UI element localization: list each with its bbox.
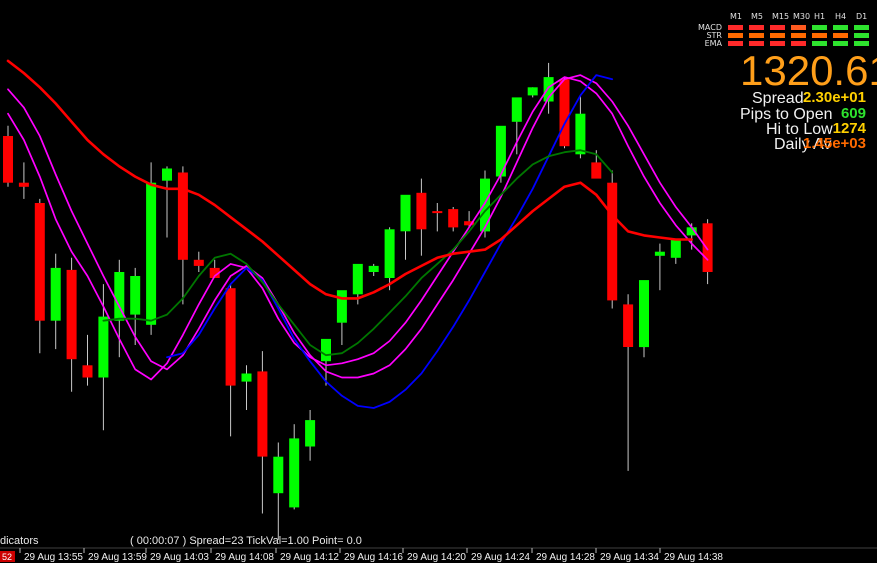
candle-body-18 — [289, 438, 300, 508]
indicator-cell-1-0 — [728, 33, 743, 38]
spread-value: 2.30e+01 — [803, 89, 866, 106]
tf-label-5: H4 — [835, 12, 846, 21]
candle-body-6 — [98, 316, 109, 378]
indicator-cell-0-3 — [791, 25, 806, 30]
candle-body-0 — [3, 136, 13, 183]
price-chart[interactable]: M1 M5 M15 M30 H1 H4 D1MACDSTREMA 1320.61 Sprea… — [0, 0, 877, 563]
candle-body-8 — [130, 276, 141, 315]
status-center: ( 00:00:07 ) Spread=23 TickVal=1.00 Poin… — [130, 535, 362, 547]
indicator-cell-1-6 — [854, 33, 869, 38]
candle-body-35 — [559, 79, 570, 147]
indicator-cell-0-1 — [749, 25, 764, 30]
time-label-1: 29 Aug 13:59 — [88, 552, 147, 563]
indicator-cell-2-6 — [854, 41, 869, 46]
indicator-cell-2-3 — [791, 41, 806, 46]
candle-body-16 — [257, 371, 268, 457]
indicator-label-2: EMA — [705, 39, 723, 48]
candle-body-21 — [336, 290, 347, 323]
corner-badge-text: 52 — [2, 552, 12, 562]
candle-9[interactable] — [146, 162, 157, 335]
candle-body-12 — [193, 259, 204, 266]
time-label-6: 29 Aug 14:20 — [407, 552, 466, 563]
candle-body-41 — [654, 251, 665, 256]
time-label-5: 29 Aug 14:16 — [344, 552, 403, 563]
chart-root: M1 M5 M15 M30 H1 H4 D1 MACD STR EMA 1320.61 Sprea… — [0, 0, 877, 563]
candle-body-26 — [416, 192, 427, 230]
candle-body-37 — [591, 162, 602, 179]
daily-av-value: 1.45e+03 — [803, 135, 866, 152]
indicator-cell-1-1 — [749, 33, 764, 38]
time-label-3: 29 Aug 14:08 — [215, 552, 274, 563]
status-left: dicators — [0, 535, 39, 547]
candle-body-38 — [607, 182, 618, 301]
candle-40[interactable] — [639, 280, 649, 358]
tf-label-4: H1 — [814, 12, 825, 21]
candle-body-1 — [18, 182, 29, 187]
indicator-cell-2-1 — [749, 41, 764, 46]
time-label-8: 29 Aug 14:28 — [536, 552, 595, 563]
candle-body-4 — [66, 269, 77, 360]
indicator-cell-0-2 — [770, 25, 785, 30]
time-label-4: 29 Aug 14:12 — [280, 552, 339, 563]
candle-body-39 — [623, 304, 634, 347]
candle-body-42 — [670, 239, 681, 258]
time-label-10: 29 Aug 14:38 — [664, 552, 723, 563]
indicator-cell-1-5 — [833, 33, 848, 38]
candle-body-2 — [34, 203, 45, 321]
candle-body-30 — [480, 178, 490, 232]
tf-label-1: M5 — [751, 12, 763, 21]
time-label-9: 29 Aug 14:34 — [600, 552, 659, 563]
candle-body-20 — [321, 338, 331, 362]
candle-body-32 — [511, 97, 522, 122]
candle-body-25 — [400, 194, 411, 232]
candle-body-36 — [575, 113, 586, 155]
candle-body-44 — [702, 223, 713, 272]
indicator-cell-2-4 — [812, 41, 827, 46]
candle-body-22 — [352, 263, 363, 295]
corner-badge: 52 — [0, 551, 15, 562]
indicator-cell-1-3 — [791, 33, 806, 38]
candle-body-9 — [146, 182, 157, 325]
candle-35[interactable] — [559, 77, 570, 149]
candle-body-40 — [639, 280, 649, 348]
indicator-cell-2-0 — [728, 41, 743, 46]
candle-body-23 — [368, 265, 379, 272]
indicator-cell-1-4 — [812, 33, 827, 38]
candle-body-33 — [527, 87, 538, 96]
big-price: 1320.61 — [740, 47, 877, 94]
tf-label-2: M15 — [772, 12, 789, 21]
candle-38[interactable] — [607, 170, 618, 309]
candle-body-27 — [432, 211, 443, 214]
indicator-cell-2-2 — [770, 41, 785, 46]
candle-body-17 — [273, 456, 284, 494]
tf-label-6: D1 — [856, 12, 867, 21]
time-label-7: 29 Aug 14:24 — [471, 552, 530, 563]
spread-label: Spread — [752, 90, 804, 107]
candle-body-15 — [241, 373, 252, 382]
candle-body-28 — [448, 209, 459, 228]
indicator-cell-0-4 — [812, 25, 827, 30]
candle-body-3 — [50, 267, 61, 321]
time-label-0: 29 Aug 13:55 — [24, 552, 83, 563]
candle-body-14 — [225, 288, 236, 386]
indicator-cell-0-6 — [854, 25, 869, 30]
indicator-cell-2-5 — [833, 41, 848, 46]
candle-body-10 — [162, 168, 172, 181]
time-label-2: 29 Aug 14:03 — [150, 552, 209, 563]
candle-body-24 — [384, 229, 395, 278]
tf-label-0: M1 — [730, 12, 742, 21]
indicator-cell-1-2 — [770, 33, 785, 38]
candle-body-19 — [305, 420, 316, 447]
candle-body-5 — [82, 365, 93, 378]
tf-label-3: M30 — [793, 12, 810, 21]
indicator-cell-0-5 — [833, 25, 848, 30]
candle-body-11 — [177, 172, 188, 260]
indicator-cell-0-0 — [728, 25, 743, 30]
